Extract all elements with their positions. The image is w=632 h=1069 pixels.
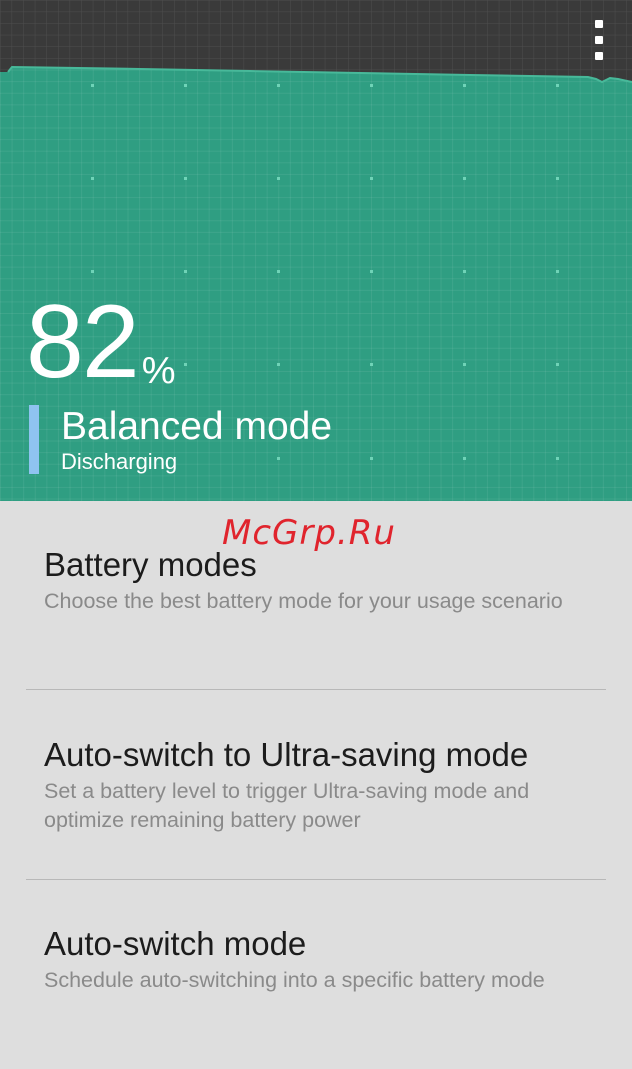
settings-item-battery-modes[interactable]: Battery modes Choose the best battery mo… [26, 545, 606, 616]
current-mode: Balanced mode Discharging [29, 405, 332, 475]
charging-status: Discharging [61, 449, 178, 474]
settings-item-auto-switch-ultra-saving[interactable]: Auto-switch to Ultra-saving mode Set a b… [26, 735, 606, 835]
settings-item-title: Auto-switch to Ultra-saving mode [44, 736, 529, 773]
overflow-menu-icon[interactable] [592, 20, 606, 60]
mode-indicator-bar [29, 405, 39, 474]
divider [26, 689, 606, 690]
battery-graph-header: 82 % Balanced mode Discharging [0, 0, 632, 501]
settings-item-description: Choose the best battery mode for your us… [44, 589, 563, 613]
battery-screen: 82 % Balanced mode Discharging McGrp.Ru … [0, 0, 632, 1069]
battery-percentage: 82 % [26, 290, 175, 394]
menu-dot [595, 36, 603, 44]
settings-item-description: Schedule auto-switching into a specific … [44, 968, 545, 992]
settings-item-description: Set a battery level to trigger Ultra-sav… [44, 779, 530, 832]
battery-percent-sign: % [141, 350, 176, 392]
divider [26, 879, 606, 880]
settings-item-auto-switch-mode[interactable]: Auto-switch mode Schedule auto-switching… [26, 924, 606, 995]
menu-dot [595, 20, 603, 28]
settings-item-title: Battery modes [44, 546, 257, 583]
mode-text: Balanced mode Discharging [61, 405, 332, 475]
mode-title: Balanced mode [61, 405, 333, 448]
settings-item-title: Auto-switch mode [44, 925, 307, 962]
battery-percent-value: 82 [26, 284, 140, 400]
menu-dot [595, 52, 603, 60]
